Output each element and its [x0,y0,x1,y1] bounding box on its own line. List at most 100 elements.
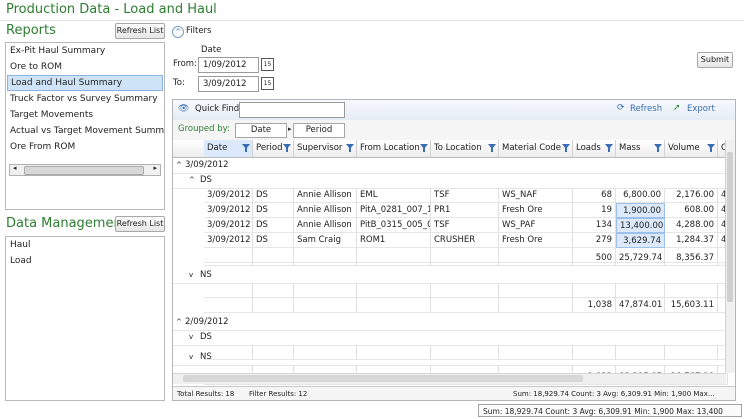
export-icon[interactable]: ➚ [673,103,681,113]
empty-cell [253,298,294,313]
table-cell[interactable]: Fresh Ore [499,203,573,218]
reports-list[interactable]: Ex-Pit Haul Summary Ore to ROM Load and Ha… [5,42,165,210]
table-cell[interactable]: 3/09/2012 [204,203,253,218]
table-cell[interactable]: TSF [431,218,499,233]
table-cell[interactable]: 3/09/2012 [204,233,253,248]
empty-cell [204,298,253,313]
empty-cell [616,283,665,298]
empty-cell [431,251,499,266]
app-title: Production Data - Load and Haul [6,2,217,17]
table-cell[interactable]: Sam Craig [294,233,357,248]
report-item[interactable]: Ex-Pit Haul Summary [6,43,164,59]
table-cell[interactable]: DS [253,188,294,203]
table-cell[interactable]: 3/09/2012 [204,218,253,233]
table-cell[interactable]: 68 [573,188,616,203]
report-item[interactable]: Load and Haul Summary [7,75,163,91]
data-management-refresh-button[interactable]: Refresh List [115,216,165,232]
data-management-item[interactable]: Haul [6,237,164,253]
filter-funnel-icon[interactable] [420,144,428,152]
grid-vscrollbar[interactable] [725,140,735,373]
table-cell[interactable]: DS [253,203,294,218]
table-cell[interactable]: 279 [573,233,616,248]
table-cell[interactable]: 2,176.00 [665,188,718,203]
table-cell[interactable]: ROM1 [357,233,431,248]
filter-funnel-icon[interactable] [605,144,613,152]
total-cell: 1,038 [573,298,616,313]
table-cell[interactable]: Annie Allison [294,218,357,233]
from-date-input[interactable]: 1/09/2012 [198,57,259,73]
chevron-up-icon[interactable]: ^ [176,315,182,330]
data-management-item[interactable]: Load [6,253,164,269]
filter-funnel-icon[interactable] [707,144,715,152]
collapse-filters-icon[interactable]: ^ [172,26,184,38]
export-link[interactable]: Export [687,104,715,114]
table-cell[interactable]: 1,284.37 [665,233,718,248]
group-header-period[interactable]: v NS [173,350,729,366]
group-header-date[interactable]: ^ 2/09/2012 [173,315,729,331]
table-cell[interactable]: EML [357,188,431,203]
quick-find-label: Quick Find: [195,104,243,114]
group-chip-period[interactable]: Period [293,123,345,138]
table-cell[interactable]: 4,288.00 [665,218,718,233]
filter-funnel-icon[interactable] [346,144,354,152]
scroll-thumb[interactable] [24,166,144,175]
table-cell[interactable]: 1,900.00 [616,203,665,218]
table-cell[interactable]: Fresh Ore [499,233,573,248]
table-cell[interactable]: DS [253,233,294,248]
data-management-list[interactable]: Haul Load [5,236,165,401]
report-item[interactable]: Truck Factor vs Survey Summary [6,91,164,107]
from-calendar-icon[interactable]: 15 [261,58,274,71]
scroll-right-icon[interactable]: ▸ [153,164,157,172]
column-header-row: Date Period Supervisor From Location To Loca… [173,140,728,158]
table-cell[interactable]: 3/09/2012 [204,188,253,203]
table-cell[interactable]: 19 [573,203,616,218]
grid-hscrollbar[interactable] [173,373,726,384]
filter-funnel-icon[interactable] [562,144,570,152]
filter-funnel-icon[interactable] [488,144,496,152]
submit-button[interactable]: Submit [697,52,733,68]
chevron-up-icon[interactable]: ^ [176,158,182,173]
chevron-down-icon[interactable]: v [189,268,193,283]
table-cell[interactable]: PitA_0281_007_17 [357,203,431,218]
group-header-period[interactable]: ^ DS [173,173,729,189]
chevron-down-icon[interactable]: v [189,350,193,365]
results-grid[interactable]: 👁 Quick Find: ⟳ Refresh ➚ Export Grouped… [172,99,736,401]
refresh-link[interactable]: Refresh [630,104,662,114]
table-cell[interactable]: 6,800.00 [616,188,665,203]
report-item[interactable]: Actual vs Target Movement Summar [6,123,164,139]
filter-funnel-icon[interactable] [283,144,291,152]
quick-find-input[interactable] [239,102,345,118]
table-cell[interactable]: CRUSHER [431,233,499,248]
table-cell[interactable]: TSF [431,188,499,203]
report-item[interactable]: Target Movements [6,107,164,123]
scroll-left-icon[interactable]: ◂ [13,164,17,172]
reports-hscrollbar[interactable]: ◂ ▸ [9,164,161,176]
report-item[interactable]: Ore From ROM [6,139,164,155]
table-cell[interactable]: Annie Allison [294,203,357,218]
group-header-period[interactable]: v DS [173,330,729,346]
to-calendar-icon[interactable]: 15 [261,77,274,90]
hscroll-thumb[interactable] [183,375,583,382]
table-cell[interactable]: 3,629.74 [616,233,665,248]
group-header-period[interactable]: v NS [173,268,729,284]
table-cell[interactable]: Annie Allison [294,188,357,203]
vscroll-thumb[interactable] [727,152,733,302]
table-cell[interactable]: WS_PAF [499,218,573,233]
filter-funnel-icon[interactable] [242,144,250,152]
chevron-up-icon[interactable]: ^ [189,173,195,188]
table-cell[interactable]: PitB_0315_005_02 [357,218,431,233]
filter-funnel-icon[interactable] [654,144,662,152]
table-cell[interactable]: 13,400.00 [616,218,665,233]
chevron-down-icon[interactable]: v [189,330,193,345]
report-item[interactable]: Ore to ROM [6,59,164,75]
to-date-input[interactable]: 3/09/2012 [198,76,259,92]
table-cell[interactable]: 608.00 [665,203,718,218]
reports-refresh-button[interactable]: Refresh List [115,23,165,39]
group-header-date[interactable]: ^ 3/09/2012 [173,158,729,174]
table-cell[interactable]: 134 [573,218,616,233]
table-cell[interactable]: DS [253,218,294,233]
group-chip-date[interactable]: Date [235,123,287,138]
table-cell[interactable]: WS_NAF [499,188,573,203]
refresh-icon[interactable]: ⟳ [617,103,625,113]
table-cell[interactable]: PR1 [431,203,499,218]
